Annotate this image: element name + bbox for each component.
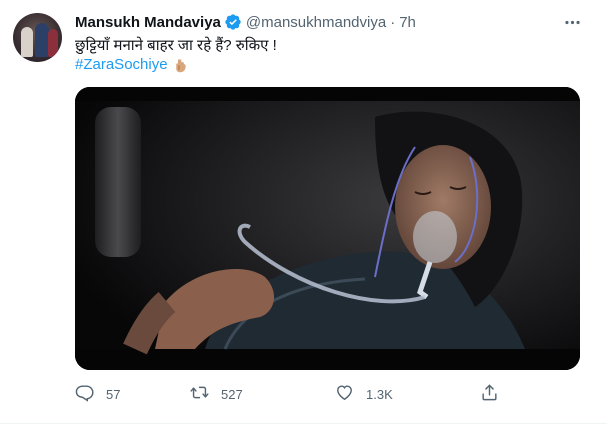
- author-name[interactable]: Mansukh Mandaviya: [75, 14, 221, 31]
- verified-badge-icon: [224, 13, 242, 31]
- retweet-icon: [190, 383, 209, 405]
- tweet-video[interactable]: [75, 87, 580, 370]
- tweet: Mansukh Mandaviya @mansukhmandviya · 7h …: [0, 0, 607, 431]
- like-count: 1.3K: [366, 386, 393, 402]
- like-button[interactable]: 1.3K: [335, 380, 393, 408]
- tweet-header: Mansukh Mandaviya @mansukhmandviya · 7h: [75, 11, 416, 33]
- retweet-count: 527: [221, 386, 243, 402]
- tweet-timestamp[interactable]: 7h: [399, 14, 416, 31]
- author-handle[interactable]: @mansukhmandviya: [246, 14, 386, 31]
- share-button[interactable]: [480, 380, 499, 408]
- retweet-button[interactable]: 527: [190, 380, 243, 408]
- heart-icon: [335, 383, 354, 405]
- hashtag-link[interactable]: #ZaraSochiye: [75, 55, 168, 75]
- tweet-text: छुट्टियाँ मनाने बाहर जा रहे हैं? रुकिए !: [75, 37, 277, 54]
- pointing-down-hand-emoji-icon: [172, 57, 189, 74]
- separator-dot: ·: [390, 13, 396, 31]
- share-icon: [480, 383, 499, 405]
- divider: [0, 423, 607, 424]
- tweet-actions: 57 527 1.3K: [0, 380, 607, 408]
- tweet-hashtag-line: #ZaraSochiye: [75, 55, 189, 75]
- reply-count: 57: [106, 386, 121, 402]
- reply-icon: [75, 383, 94, 405]
- reply-button[interactable]: 57: [75, 380, 120, 408]
- more-options-icon[interactable]: [560, 10, 584, 34]
- avatar[interactable]: [13, 13, 62, 62]
- video-frame-image: [75, 87, 580, 370]
